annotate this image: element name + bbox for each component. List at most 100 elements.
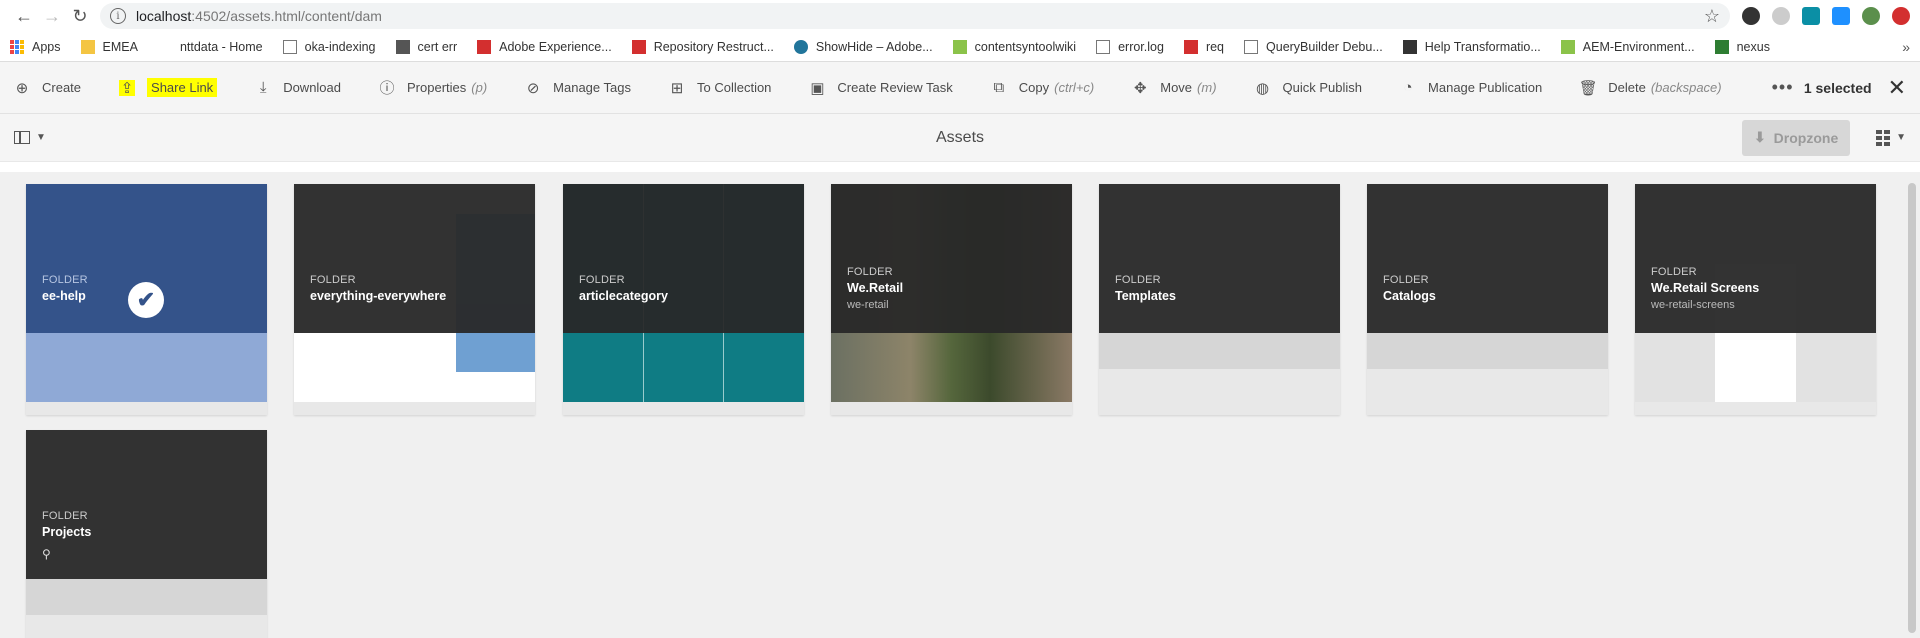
extension-g-icon[interactable] bbox=[1742, 7, 1760, 25]
action-label: Create bbox=[42, 80, 82, 95]
scrollbar-thumb[interactable] bbox=[1908, 183, 1916, 633]
bookmark-item[interactable]: oka-indexing bbox=[282, 39, 376, 54]
card-overlay bbox=[1367, 184, 1608, 333]
back-arrow-icon[interactable]: ← bbox=[10, 2, 38, 30]
folder-card[interactable]: FOLDER We.Retail we-retail bbox=[831, 184, 1072, 415]
action-label-wrap: Manage Publication bbox=[1428, 80, 1542, 95]
checkmark-icon[interactable]: ✔ bbox=[128, 282, 164, 318]
profile-avatar[interactable] bbox=[1862, 7, 1880, 25]
card-type: FOLDER bbox=[1651, 266, 1697, 278]
rail-toggle-button[interactable]: ▼ bbox=[14, 131, 46, 144]
dropzone-label: Dropzone bbox=[1773, 129, 1839, 146]
scrollbar[interactable] bbox=[1907, 175, 1917, 635]
card-meta: FOLDER articlecategory bbox=[579, 274, 668, 303]
card-type: FOLDER bbox=[1115, 274, 1161, 286]
card-title: We.Retail Screens bbox=[1651, 281, 1760, 295]
bookmark-item[interactable]: cert err bbox=[395, 39, 458, 54]
action-propertiesbutton[interactable]: ⓘ Properties (p) bbox=[379, 80, 488, 97]
action-label-wrap: Copy bbox=[1019, 80, 1049, 95]
card-type: FOLDER bbox=[847, 266, 893, 278]
bookmark-item[interactable]: error.log bbox=[1096, 39, 1164, 54]
info-icon: ⓘ bbox=[379, 80, 395, 97]
bookmark-item[interactable]: Help Transformatio... bbox=[1402, 39, 1541, 54]
view-switcher-button[interactable]: ▼ bbox=[1876, 129, 1906, 146]
action-create-review-taskbutton[interactable]: ▣ Create Review Task bbox=[809, 79, 952, 97]
action-manage-publicationbutton[interactable]: ◔ Manage Publication bbox=[1400, 79, 1543, 96]
card-type: FOLDER bbox=[310, 274, 356, 286]
action-label-wrap: Download bbox=[283, 80, 341, 95]
globe-clock-icon: ◔ bbox=[1403, 79, 1413, 96]
action-createbutton[interactable]: ⊕ Create bbox=[14, 80, 81, 97]
action-deletebutton[interactable]: 🗑 Delete (backspace) bbox=[1579, 80, 1722, 97]
bookmark-label: error.log bbox=[1118, 39, 1164, 54]
action-share-linkbutton[interactable]: ⇪ Share Link bbox=[119, 78, 218, 97]
folder-card[interactable]: FOLDER Catalogs bbox=[1367, 184, 1608, 415]
extension-circle-icon[interactable] bbox=[1772, 7, 1790, 25]
bookmark-item[interactable]: contentsyntoolwiki bbox=[952, 39, 1077, 54]
bookmark-item[interactable]: QueryBuilder Debu... bbox=[1244, 39, 1383, 54]
action-quick-publishbutton[interactable]: ◍ Quick Publish bbox=[1255, 80, 1362, 97]
page-icon bbox=[1096, 39, 1111, 54]
extension-red-icon[interactable] bbox=[1892, 7, 1910, 25]
bookmark-item[interactable]: nttdata - Home bbox=[158, 40, 263, 54]
action-downloadbutton[interactable]: ⤓ Download bbox=[255, 79, 341, 96]
action-shortcut-hint: (p) bbox=[471, 80, 488, 95]
adobe-icon bbox=[477, 39, 492, 54]
dropzone-button[interactable]: ⬇ Dropzone bbox=[1742, 119, 1851, 156]
bookmarks-overflow-button[interactable]: » bbox=[1902, 39, 1910, 55]
extension-search-icon[interactable] bbox=[1802, 7, 1820, 25]
action-label: To Collection bbox=[696, 80, 772, 95]
reload-icon[interactable]: ↻ bbox=[66, 2, 94, 30]
bookmark-label: nttdata - Home bbox=[179, 39, 263, 54]
bookmark-item[interactable]: Repository Restruct... bbox=[631, 39, 774, 54]
action-to-collectionbutton[interactable]: ⊞ To Collection bbox=[669, 80, 772, 97]
card-meta: FOLDER everything-everywhere bbox=[310, 274, 446, 303]
folder-card[interactable]: FOLDER We.Retail Screens we-retail-screens bbox=[1635, 184, 1876, 415]
action-label-wrap: To Collection bbox=[697, 80, 771, 95]
bookmark-item[interactable]: EMEA bbox=[80, 39, 138, 54]
forward-arrow-icon[interactable]: → bbox=[38, 2, 66, 30]
address-bar[interactable]: i localhost:4502/assets.html/content/dam… bbox=[100, 3, 1730, 29]
action-copybutton[interactable]: ⧉ Copy (ctrl+c) bbox=[991, 79, 1094, 96]
download-arrow-icon: ⬇ bbox=[1753, 129, 1766, 145]
tag-icon: ⊘ bbox=[526, 79, 540, 97]
bookmark-item[interactable]: Apps bbox=[10, 39, 61, 54]
folder-card[interactable]: FOLDER articlecategory bbox=[563, 184, 804, 415]
action-label-wrap: Create bbox=[42, 80, 81, 95]
folder-card[interactable]: FOLDER Templates bbox=[1099, 184, 1340, 415]
bookmark-label: contentsyntoolwiki bbox=[974, 39, 1077, 54]
action-label: Copy bbox=[1018, 80, 1050, 95]
bookmark-item[interactable]: AEM-Environment... bbox=[1560, 39, 1695, 54]
bookmark-star-icon[interactable]: ☆ bbox=[1704, 6, 1720, 27]
folder-card[interactable]: FOLDER Projects ⚲ bbox=[26, 430, 267, 638]
adobe-icon bbox=[1183, 39, 1198, 54]
card-title: Catalogs bbox=[1383, 289, 1436, 303]
card-overlay bbox=[1099, 184, 1340, 333]
extension-windows-icon[interactable] bbox=[1832, 7, 1850, 25]
confluence-icon bbox=[1560, 39, 1575, 54]
rail-icon bbox=[14, 131, 30, 144]
bookmark-item[interactable]: req bbox=[1183, 39, 1224, 54]
action-manage-tagsbutton[interactable]: ⊘ Manage Tags bbox=[525, 79, 631, 97]
close-selection-button[interactable]: ✕ bbox=[1888, 75, 1906, 101]
action-label: Manage Publication bbox=[1428, 80, 1543, 95]
apps-grid-icon bbox=[10, 39, 24, 54]
card-type: FOLDER bbox=[579, 274, 625, 286]
action-label: Manage Tags bbox=[553, 80, 631, 95]
card-title: ee-help bbox=[42, 289, 86, 303]
bookmark-item[interactable]: nexus bbox=[1714, 39, 1770, 54]
card-meta: FOLDER Projects ⚲ bbox=[42, 510, 91, 561]
action-movebutton[interactable]: ✥ Move (m) bbox=[1132, 80, 1217, 97]
card-view-icon bbox=[1876, 129, 1891, 146]
url-path: :4502/assets.html/content/dam bbox=[191, 8, 382, 24]
more-actions-button[interactable]: ••• bbox=[1772, 77, 1794, 98]
site-info-icon[interactable]: i bbox=[110, 8, 126, 24]
review-task-icon: ▣ bbox=[810, 79, 825, 97]
bookmarks-bar: Apps EMEA nttdata - Home oka-indexing cert e… bbox=[0, 32, 1920, 62]
bookmark-item[interactable]: ShowHide – Adobe... bbox=[793, 39, 933, 54]
folder-card[interactable]: FOLDER ee-help ✔ bbox=[26, 184, 267, 415]
folder-card[interactable]: FOLDER everything-everywhere bbox=[294, 184, 535, 415]
action-label-wrap: Properties bbox=[407, 80, 466, 95]
bookmark-label: cert err bbox=[417, 39, 458, 54]
bookmark-item[interactable]: Adobe Experience... bbox=[477, 39, 612, 54]
